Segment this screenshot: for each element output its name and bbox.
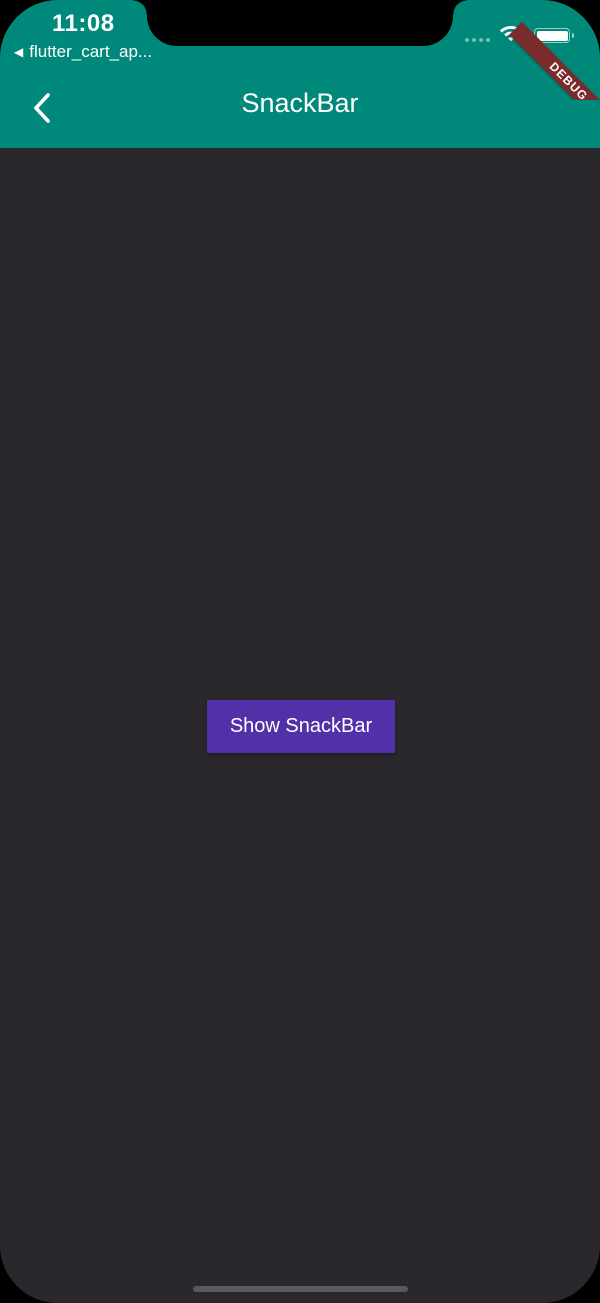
wifi-icon	[500, 26, 522, 42]
back-to-app-label: flutter_cart_ap...	[29, 42, 153, 61]
signal-dots-icon	[465, 38, 490, 42]
back-triangle-icon: ◀	[14, 45, 24, 59]
home-indicator[interactable]	[193, 1286, 408, 1292]
battery-fill	[536, 30, 568, 41]
battery-icon	[534, 28, 574, 43]
app-bar: 11:08 ◀ flutter_cart_ap... SnackBar	[0, 0, 600, 148]
back-to-app-link[interactable]: ◀ flutter_cart_ap...	[14, 42, 152, 62]
device-notch	[133, 0, 467, 46]
phone-screen: 11:08 ◀ flutter_cart_ap... SnackBar Show…	[0, 0, 600, 1303]
status-time: 11:08	[52, 10, 115, 37]
main-content: Show SnackBar	[0, 148, 600, 1303]
page-title: SnackBar	[241, 88, 359, 118]
show-snackbar-button[interactable]: Show SnackBar	[207, 700, 395, 753]
